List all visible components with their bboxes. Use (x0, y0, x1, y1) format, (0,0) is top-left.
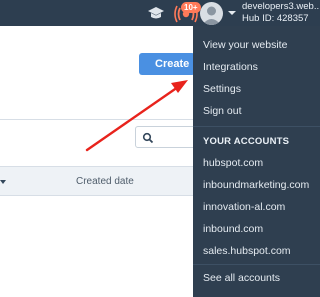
menu-divider (193, 264, 320, 265)
avatar-icon (202, 6, 221, 25)
account-item[interactable]: inboundmarketing.com (203, 179, 309, 191)
create-button[interactable]: Create (139, 53, 195, 75)
menu-item-integrations[interactable]: Integrations (203, 61, 258, 73)
account-name: developers3.web... (242, 1, 320, 12)
column-header-created-date[interactable]: Created date (76, 176, 134, 187)
menu-item-see-all-accounts[interactable]: See all accounts (203, 272, 280, 284)
account-item[interactable]: innovation-al.com (203, 201, 285, 213)
menu-item-sign-out[interactable]: Sign out (203, 105, 242, 117)
account-item[interactable]: hubspot.com (203, 157, 263, 169)
chevron-down-icon[interactable] (228, 11, 236, 15)
your-accounts-heading: YOUR ACCOUNTS (203, 136, 290, 147)
hub-id: Hub ID: 428357 (242, 13, 309, 24)
avatar[interactable] (200, 2, 223, 25)
account-dropdown-menu: View your website Integrations Settings … (193, 26, 320, 297)
search-icon (142, 132, 154, 144)
account-item[interactable]: sales.hubspot.com (203, 245, 291, 257)
graduation-cap-icon[interactable] (145, 0, 167, 26)
account-item[interactable]: inbound.com (203, 223, 263, 235)
top-navigation-bar: 10+ developers3.web... Hub ID: 428357 (0, 0, 320, 26)
menu-divider (193, 126, 320, 127)
sort-caret-icon[interactable] (0, 180, 6, 184)
menu-item-view-website[interactable]: View your website (203, 39, 287, 51)
account-info[interactable]: developers3.web... Hub ID: 428357 (242, 1, 320, 25)
menu-item-settings[interactable]: Settings (203, 83, 241, 95)
notification-count-badge: 10+ (181, 2, 201, 13)
